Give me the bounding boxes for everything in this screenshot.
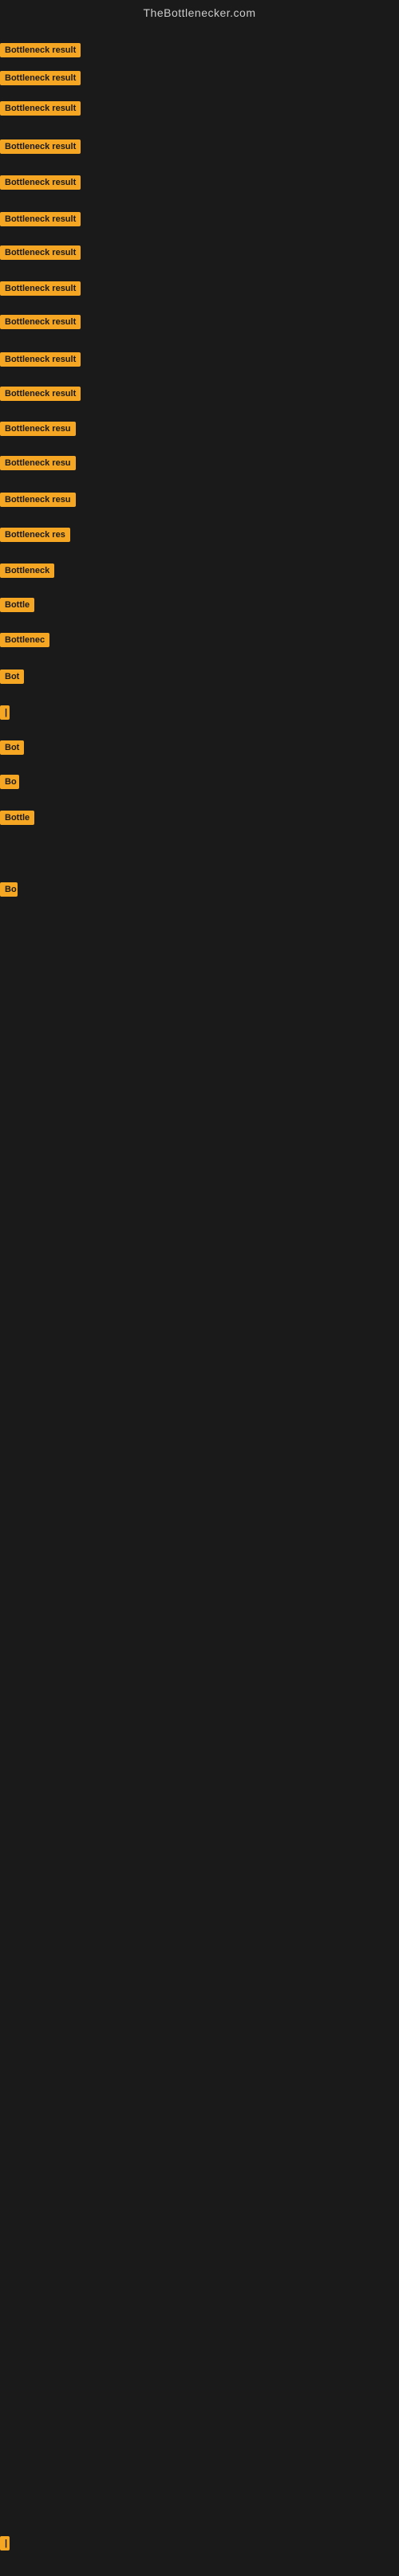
bottleneck-badge[interactable]: Bottleneck result xyxy=(0,212,81,226)
bottleneck-badge[interactable]: Bo xyxy=(0,882,18,897)
bottleneck-badge[interactable]: Bottle xyxy=(0,811,34,825)
bottleneck-badge-row-8: Bottleneck result xyxy=(0,281,81,300)
bottleneck-badge-row-23: Bottle xyxy=(0,811,34,829)
bottleneck-badge[interactable]: | xyxy=(0,2536,10,2550)
bottleneck-badge-row-25: | xyxy=(0,2536,10,2554)
bottleneck-badge-row-13: Bottleneck resu xyxy=(0,456,76,474)
bottleneck-badge-row-16: Bottleneck xyxy=(0,564,54,582)
bottleneck-badge[interactable]: Bottleneck result xyxy=(0,71,81,85)
bottleneck-badge-row-22: Bo xyxy=(0,775,19,793)
bottleneck-badge[interactable]: Bottleneck resu xyxy=(0,422,76,436)
bottleneck-badge[interactable]: Bottleneck result xyxy=(0,139,81,154)
bottleneck-badge-row-6: Bottleneck result xyxy=(0,212,81,230)
bottleneck-badge-row-20: | xyxy=(0,705,10,724)
bottleneck-badge[interactable]: Bottleneck result xyxy=(0,387,81,401)
bottleneck-badge-row-14: Bottleneck resu xyxy=(0,493,76,511)
bottleneck-badge[interactable]: Bot xyxy=(0,740,24,755)
bottleneck-badge-row-7: Bottleneck result xyxy=(0,245,81,264)
bottleneck-badge[interactable]: Bottle xyxy=(0,598,34,612)
bottleneck-badge-row-18: Bottlenec xyxy=(0,633,49,651)
bottleneck-badge-row-15: Bottleneck res xyxy=(0,528,70,546)
bottleneck-badge[interactable]: Bottleneck result xyxy=(0,175,81,190)
bottleneck-badge[interactable]: Bottleneck resu xyxy=(0,456,76,470)
bottleneck-badge[interactable]: Bottleneck result xyxy=(0,315,81,329)
bottleneck-badge[interactable]: Bottleneck result xyxy=(0,281,81,296)
bottleneck-badge[interactable]: Bottleneck result xyxy=(0,352,81,367)
bottleneck-badge[interactable]: Bo xyxy=(0,775,19,789)
bottleneck-badge-row-3: Bottleneck result xyxy=(0,101,81,120)
bottleneck-badge-row-12: Bottleneck resu xyxy=(0,422,76,440)
bottleneck-badge-row-19: Bot xyxy=(0,670,24,688)
bottleneck-badge[interactable]: Bottleneck result xyxy=(0,245,81,260)
bottleneck-badge-row-2: Bottleneck result xyxy=(0,71,81,89)
bottleneck-badge-row-17: Bottle xyxy=(0,598,34,616)
bottleneck-badge[interactable]: Bottleneck result xyxy=(0,101,81,116)
bottleneck-badge[interactable]: Bottlenec xyxy=(0,633,49,647)
bottleneck-badge-row-11: Bottleneck result xyxy=(0,387,81,405)
bottleneck-badge-row-1: Bottleneck result xyxy=(0,43,81,61)
bottleneck-badge[interactable]: Bottleneck resu xyxy=(0,493,76,507)
bottleneck-badge-row-4: Bottleneck result xyxy=(0,139,81,158)
bottleneck-badge[interactable]: | xyxy=(0,705,10,720)
bottleneck-badge-row-9: Bottleneck result xyxy=(0,315,81,333)
bottleneck-badge[interactable]: Bottleneck xyxy=(0,564,54,578)
bottleneck-badge[interactable]: Bottleneck result xyxy=(0,43,81,57)
bottleneck-badge-row-21: Bot xyxy=(0,740,24,759)
bottleneck-badge-row-5: Bottleneck result xyxy=(0,175,81,194)
bottleneck-badge[interactable]: Bot xyxy=(0,670,24,684)
bottleneck-badge-row-10: Bottleneck result xyxy=(0,352,81,371)
bottleneck-badge[interactable]: Bottleneck res xyxy=(0,528,70,542)
site-title: TheBottlenecker.com xyxy=(0,0,399,26)
bottleneck-badge-row-24: Bo xyxy=(0,882,18,901)
